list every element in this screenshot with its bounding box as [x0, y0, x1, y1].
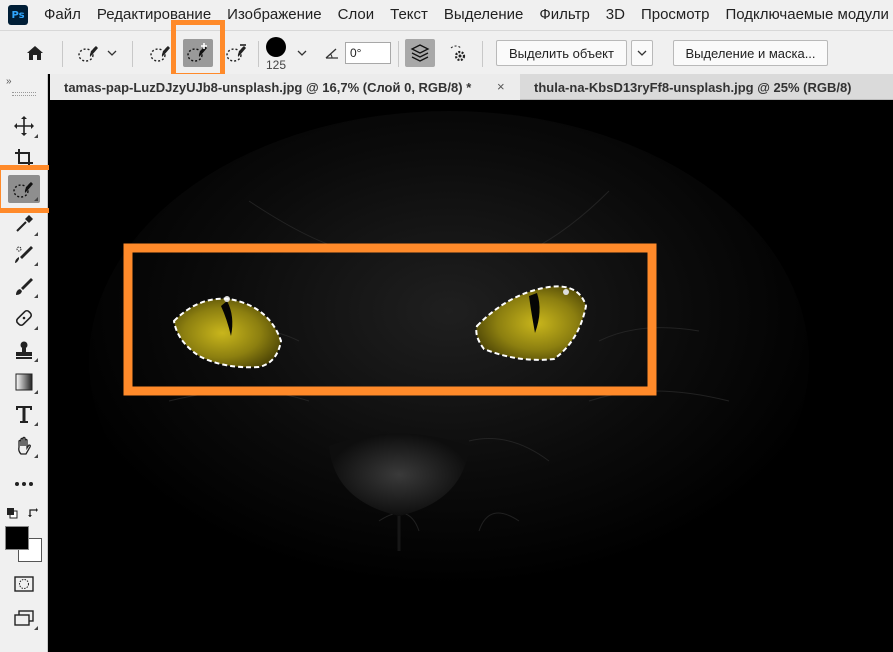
quick-mask-icon [14, 576, 34, 592]
gradient-icon [15, 373, 33, 391]
chevron-down-icon [107, 50, 117, 56]
hand-tool[interactable] [8, 432, 40, 460]
menu-type[interactable]: Текст [382, 0, 436, 30]
options-bar: 125 0° Выделить объект Выделение и маска… [0, 20, 893, 78]
sample-all-layers-button[interactable] [405, 39, 435, 67]
chevron-down-icon [637, 50, 647, 56]
brush-dropdown-chevron[interactable] [294, 43, 310, 63]
clone-stamp-tool[interactable] [8, 304, 40, 332]
bandage-icon [15, 309, 33, 327]
subtract-selection-icon [226, 44, 246, 62]
eyedropper-tool[interactable] [8, 210, 40, 238]
menu-file[interactable]: Файл [36, 0, 89, 30]
menu-layers[interactable]: Слои [330, 0, 382, 30]
cat-face [89, 111, 809, 611]
home-button[interactable] [20, 39, 50, 67]
tool-preset-picker[interactable] [74, 39, 104, 67]
brush-size-picker[interactable] [264, 35, 288, 59]
type-tool[interactable] [8, 400, 40, 428]
move-tool[interactable] [8, 112, 40, 140]
brush-tool[interactable] [8, 272, 40, 300]
document-canvas[interactable] [49, 101, 893, 652]
preset-dropdown-chevron[interactable] [104, 43, 120, 63]
screen-mode-icon [14, 610, 34, 626]
tab-close-icon[interactable]: × [497, 79, 505, 94]
add-to-selection-button[interactable] [183, 39, 213, 67]
subtract-from-selection-button[interactable] [222, 39, 252, 67]
crop-icon [15, 149, 33, 167]
brush-size-value: 125 [266, 58, 287, 72]
type-icon [16, 406, 32, 423]
angle-icon [325, 48, 338, 59]
stamp-tool[interactable] [8, 336, 40, 364]
menu-bar: Ps Файл Редактирование Изображение Слои … [0, 0, 893, 30]
swap-arrows-icon [28, 508, 38, 517]
default-colors-icon [7, 508, 18, 519]
document-tab-bar: tamas-pap-LuzDJzyUJb8-unsplash.jpg @ 16,… [50, 74, 893, 100]
menu-select[interactable]: Выделение [436, 0, 531, 30]
tools-panel: » [0, 74, 56, 652]
angle-input[interactable]: 0° [345, 42, 391, 64]
tab-document-2[interactable]: thula-na-KbsD13ryFf8-unsplash.jpg @ 25% … [520, 74, 893, 100]
menu-3d[interactable]: 3D [598, 0, 633, 30]
layers-icon [410, 44, 430, 62]
menu-image[interactable]: Изображение [219, 0, 330, 30]
move-icon [14, 116, 34, 136]
spot-healing-icon [15, 246, 33, 263]
swap-colors-button[interactable] [27, 506, 41, 520]
brush-tip-icon [266, 37, 286, 57]
gear-icon [450, 45, 466, 62]
menu-view[interactable]: Просмотр [633, 0, 718, 30]
screen-mode-button[interactable] [8, 604, 40, 632]
tab-document-1[interactable]: tamas-pap-LuzDJzyUJb8-unsplash.jpg @ 16,… [50, 74, 520, 100]
gradient-tool[interactable] [8, 368, 40, 396]
menu-plugins[interactable]: Подключаемые модули [717, 0, 893, 30]
new-selection-button[interactable] [146, 39, 176, 67]
tab-title: tamas-pap-LuzDJzyUJb8-unsplash.jpg @ 16,… [64, 79, 472, 95]
brush-icon [16, 278, 33, 295]
crop-tool[interactable] [8, 144, 40, 172]
select-subject-button[interactable]: Выделить объект [496, 40, 627, 66]
enhance-edge-button[interactable] [444, 39, 474, 67]
photoshop-logo: Ps [8, 5, 28, 25]
new-selection-icon [150, 46, 170, 62]
add-to-selection-icon [187, 43, 207, 62]
stamp-icon [16, 341, 32, 359]
menu-edit[interactable]: Редактирование [89, 0, 219, 30]
hand-icon [18, 436, 31, 455]
select-and-mask-button[interactable]: Выделение и маска... [673, 40, 828, 66]
foreground-color-swatch[interactable] [5, 526, 29, 550]
menu-filter[interactable]: Фильтр [531, 0, 597, 30]
collapse-toolbar-icon[interactable]: » [6, 76, 12, 87]
tab-title: thula-na-KbsD13ryFf8-unsplash.jpg @ 25% … [534, 79, 852, 95]
quick-selection-icon [78, 46, 98, 62]
home-icon [27, 46, 43, 60]
chevron-down-icon [297, 50, 307, 56]
more-tools-button[interactable] [8, 470, 40, 498]
quick-mask-button[interactable] [8, 570, 40, 598]
eyedropper-icon [16, 215, 33, 232]
cat-eyes-image [89, 111, 809, 611]
more-icon [15, 482, 33, 486]
angle-icon-wrap [322, 44, 342, 62]
quick-selection-tool[interactable] [8, 175, 40, 203]
healing-brush-tool[interactable] [8, 240, 40, 268]
default-colors-button[interactable] [5, 506, 19, 520]
toolbar-grip[interactable] [12, 92, 36, 96]
select-subject-dropdown[interactable] [631, 40, 653, 66]
